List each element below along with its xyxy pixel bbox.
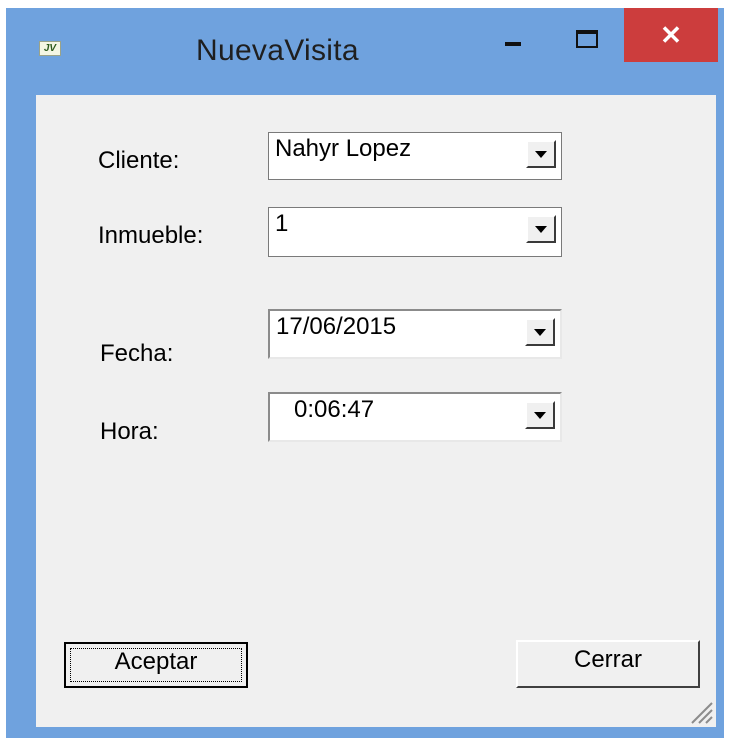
hora-value: 0:06:47 <box>294 396 375 423</box>
app-icon[interactable]: JV <box>39 41 61 56</box>
cliente-dropdown-button[interactable] <box>526 140 556 168</box>
aceptar-label: Aceptar <box>114 648 198 675</box>
chevron-down-icon <box>535 226 547 233</box>
close-button[interactable]: ✕ <box>624 8 718 62</box>
close-icon: ✕ <box>660 20 682 50</box>
inmueble-combobox[interactable]: 1 <box>268 207 562 257</box>
fecha-label: Fecha: <box>100 340 174 367</box>
aceptar-button[interactable]: Aceptar <box>64 642 248 688</box>
nueva-visita-window: JV NuevaVisita ✕ Cliente: Nahyr Lopez In… <box>6 8 724 738</box>
cerrar-label: Cerrar <box>573 646 642 673</box>
chevron-down-icon <box>535 151 547 158</box>
fecha-value: 17/06/2015 <box>276 313 397 340</box>
maximize-button[interactable] <box>556 8 618 62</box>
minimize-button[interactable] <box>482 8 544 62</box>
cliente-label: Cliente: <box>98 147 180 174</box>
minimize-icon <box>505 42 521 46</box>
inmueble-dropdown-button[interactable] <box>526 215 556 243</box>
dialog-body: Cliente: Nahyr Lopez Inmueble: 1 Fecha: … <box>36 95 716 727</box>
fecha-date-picker[interactable]: 17/06/2015 <box>268 309 562 359</box>
fecha-dropdown-button[interactable] <box>525 318 555 346</box>
cerrar-button[interactable]: Cerrar <box>516 640 700 688</box>
cliente-value: Nahyr Lopez <box>275 135 412 162</box>
hora-time-picker[interactable]: 0:06:47 <box>268 392 562 442</box>
inmueble-label: Inmueble: <box>98 222 204 249</box>
inmueble-value: 1 <box>275 210 289 237</box>
cliente-combobox[interactable]: Nahyr Lopez <box>268 132 562 180</box>
title-bar[interactable]: JV NuevaVisita ✕ <box>6 8 724 88</box>
resize-grip-icon[interactable] <box>688 699 714 725</box>
window-title: NuevaVisita <box>196 34 359 67</box>
hora-dropdown-button[interactable] <box>525 401 555 429</box>
hora-label: Hora: <box>100 418 159 445</box>
chevron-down-icon <box>534 329 546 336</box>
maximize-icon <box>576 30 598 48</box>
chevron-down-icon <box>534 412 546 419</box>
